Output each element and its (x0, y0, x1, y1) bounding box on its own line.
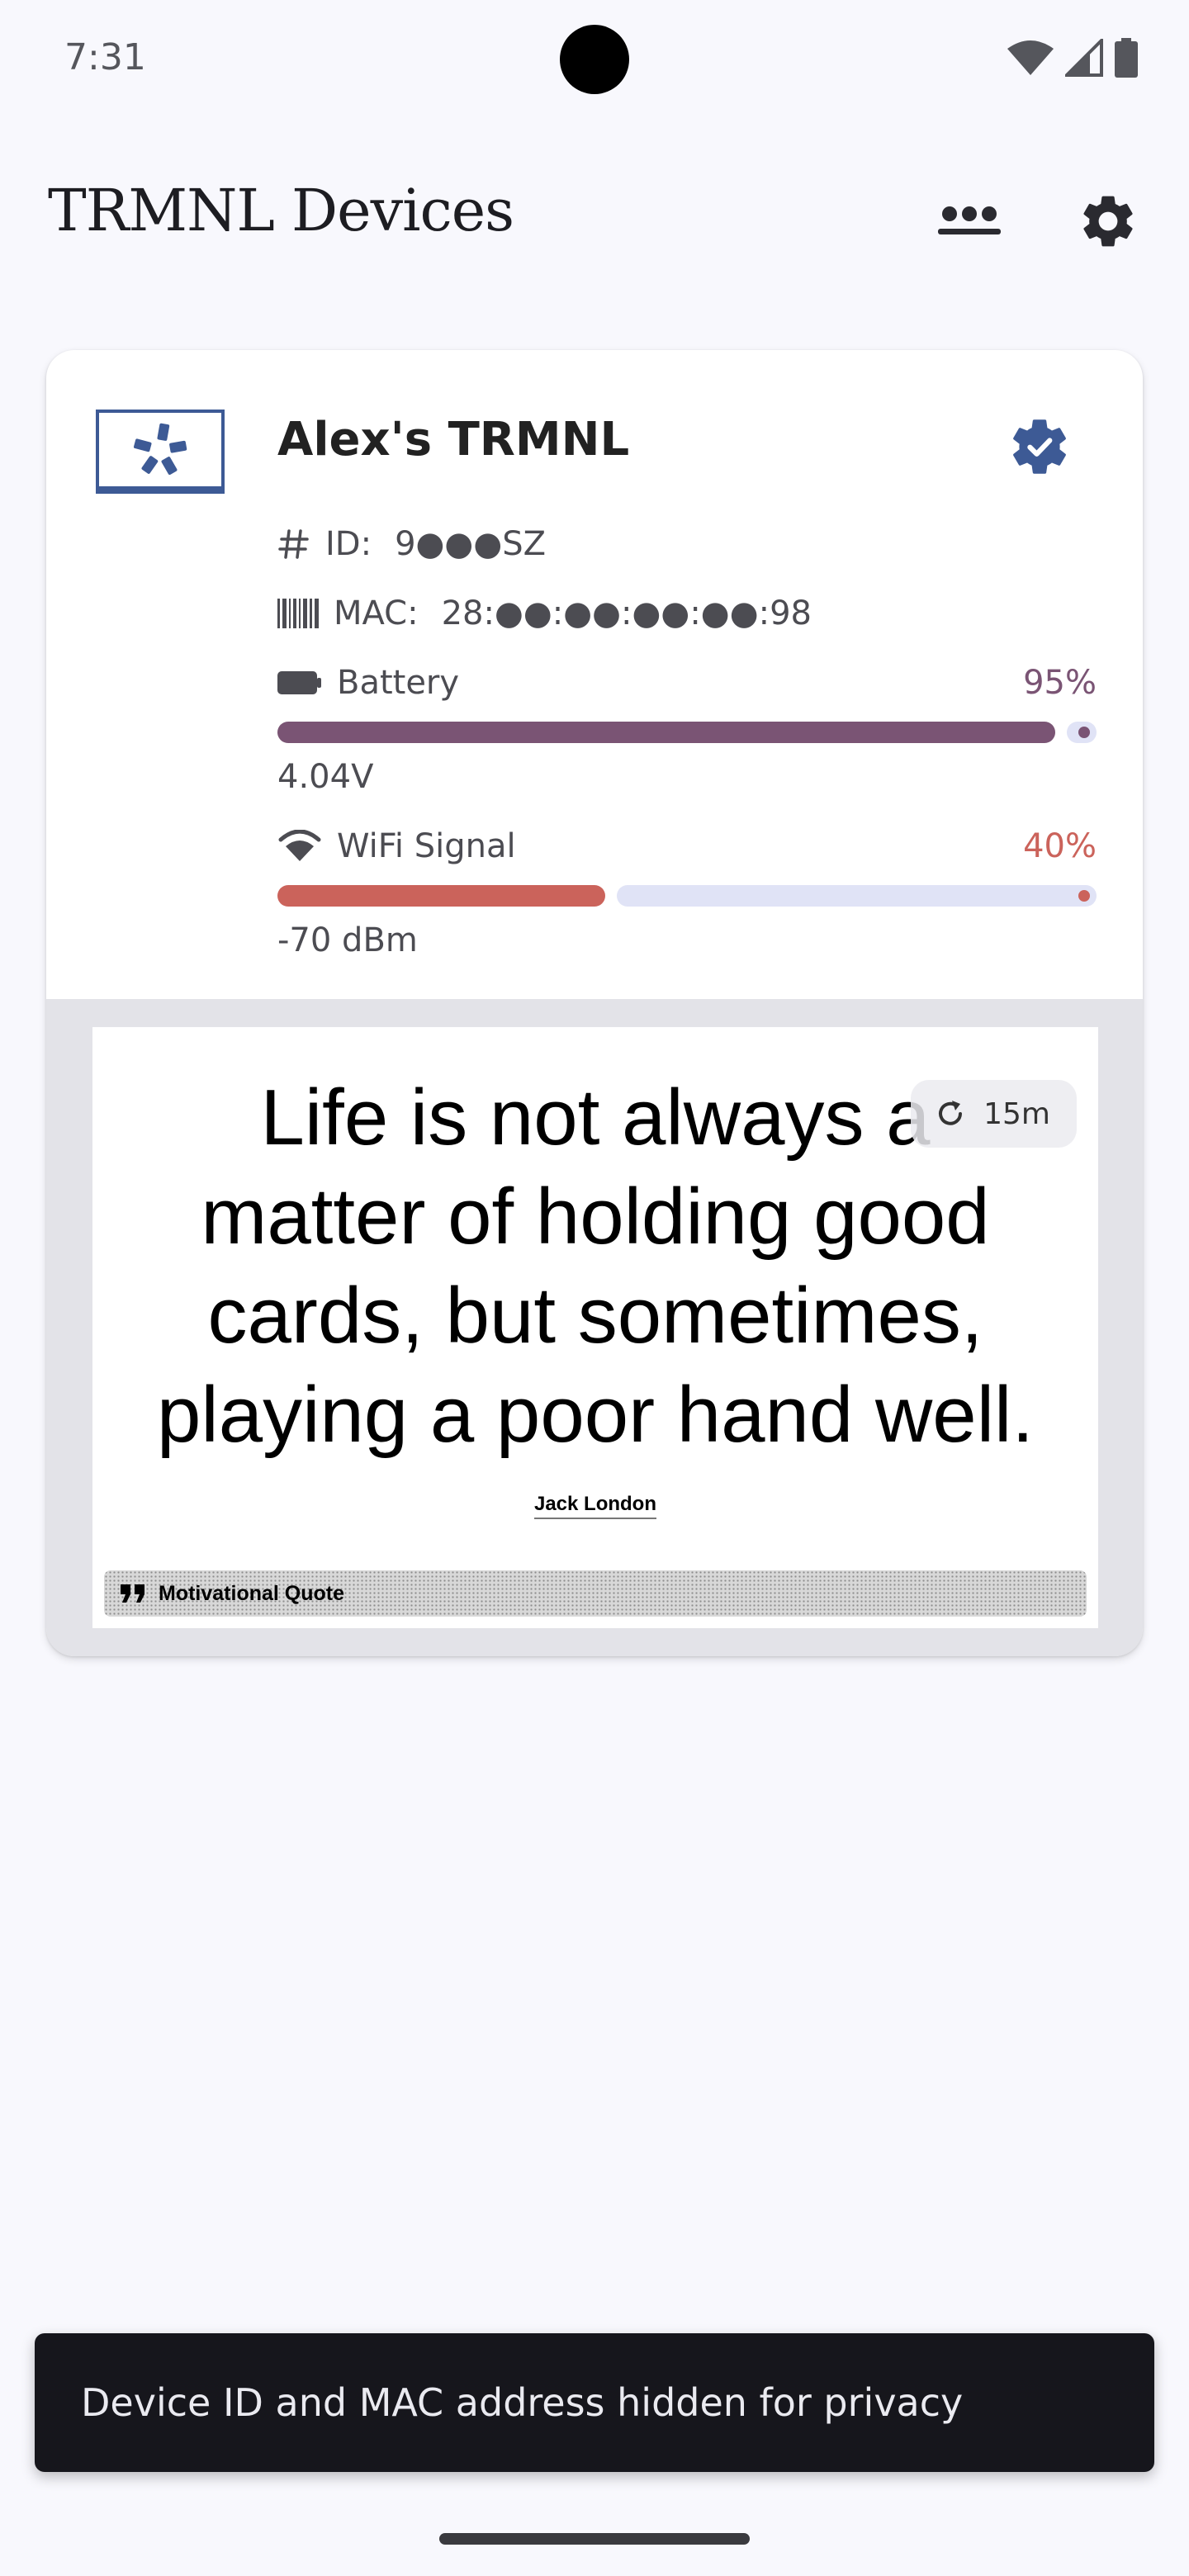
device-name: Alex's TRMNL (277, 413, 630, 466)
wifi-dbm: -70 dBm (277, 921, 418, 959)
wifi-icon (1007, 40, 1054, 75)
cell-signal-icon (1065, 39, 1103, 77)
more-options-button[interactable] (930, 182, 1009, 261)
verified-gear-icon (1013, 419, 1066, 474)
battery-bar-fill (277, 722, 1055, 743)
snackbar-message: Device ID and MAC address hidden for pri… (81, 2380, 964, 2425)
quote-author: Jack London (92, 1493, 1098, 1519)
plugin-title-bar: Motivational Quote (104, 1570, 1087, 1617)
hash-icon (278, 529, 309, 559)
battery-icon (1115, 38, 1138, 78)
device-mac-value: 28:●●:●●:●●:●●:98 (441, 594, 812, 632)
wifi-percent: 40% (1023, 827, 1097, 865)
quote-line: matter of holding good (201, 1172, 990, 1261)
gear-icon (1083, 196, 1133, 247)
status-icons (1007, 38, 1138, 78)
quote-mark-icon (121, 1584, 144, 1603)
screen-preview-area: Life is not always a matter of holding g… (46, 999, 1143, 1656)
battery-voltage: 4.04V (277, 758, 374, 796)
device-mac-label: MAC: (334, 594, 419, 632)
app-title: TRMNL Devices (48, 177, 514, 244)
battery-horizontal-icon (277, 671, 321, 694)
wifi-label-row: WiFi Signal (277, 827, 516, 865)
screen-preview[interactable]: Life is not always a matter of holding g… (92, 1027, 1098, 1628)
camera-cutout (560, 25, 629, 94)
device-id-label: ID: (325, 525, 372, 563)
wifi-bar-stop (1078, 890, 1090, 902)
quote-author-name: Jack London (533, 1493, 657, 1519)
plugin-name: Motivational Quote (159, 1581, 344, 1605)
device-mac-row: MAC: 28:●●:●●:●●:●●:98 (277, 594, 812, 632)
device-card[interactable]: Alex's TRMNL ID: 9●●●SZ MAC: 28:●●:●●:●●… (46, 350, 1143, 1656)
status-bar: 7:31 (0, 0, 1189, 124)
status-time: 7:31 (64, 36, 146, 78)
wifi-bar-fill (277, 885, 605, 907)
refresh-interval-chip[interactable]: 15m (911, 1080, 1077, 1148)
wifi-signal-icon (278, 830, 321, 861)
quote-line: cards, but sometimes, (207, 1271, 983, 1360)
wifi-bar-track (617, 885, 1097, 907)
battery-percent: 95% (1023, 664, 1097, 702)
app-bar: TRMNL Devices (0, 157, 1189, 272)
dots-more-icon (938, 206, 1001, 234)
trmnl-logo-icon (133, 423, 187, 475)
battery-label-row: Battery (277, 664, 459, 702)
device-id-row: ID: 9●●●SZ (277, 525, 546, 563)
privacy-snackbar: Device ID and MAC address hidden for pri… (35, 2333, 1154, 2472)
refresh-icon (939, 1101, 963, 1125)
device-id-value: 9●●●SZ (395, 525, 547, 563)
device-thumbnail (96, 410, 225, 494)
barcode-icon (277, 599, 319, 628)
battery-bar-stop (1078, 727, 1090, 738)
quote-line: playing a poor hand well. (156, 1371, 1035, 1459)
wifi-label: WiFi Signal (337, 827, 516, 865)
refresh-interval: 15m (983, 1096, 1050, 1131)
battery-label: Battery (337, 664, 460, 702)
settings-button[interactable] (1068, 182, 1148, 261)
home-indicator[interactable] (439, 2533, 750, 2545)
